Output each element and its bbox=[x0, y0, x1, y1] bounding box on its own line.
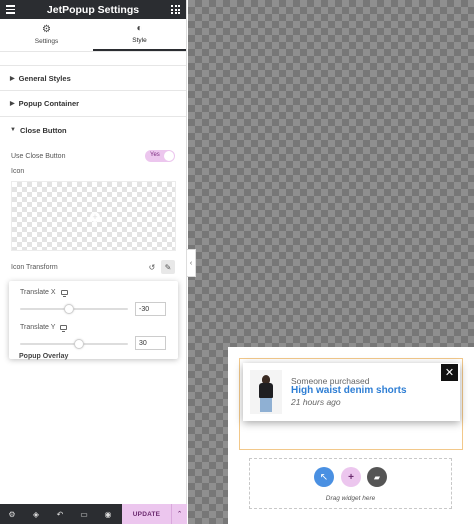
plus-icon: + bbox=[90, 212, 100, 222]
translate-y-label-row: Translate Y bbox=[20, 324, 68, 332]
translate-y-input[interactable] bbox=[135, 336, 166, 350]
contrast-icon: ◐ bbox=[136, 23, 143, 34]
caret-right-icon: ▶ bbox=[10, 75, 15, 82]
purchase-notification: Someone purchased High waist denim short… bbox=[243, 363, 460, 421]
icon-picker[interactable]: + bbox=[11, 181, 176, 251]
translate-x-label: Translate X bbox=[20, 289, 56, 296]
panel-footer: ⚙ ◈ ↶ ▭ ◉ UPDATE ⌃ bbox=[0, 504, 187, 524]
section-close-button-label: Close Button bbox=[19, 125, 67, 135]
transform-popover: Translate X Translate Y bbox=[9, 281, 178, 359]
chevron-up-icon[interactable]: ⌃ bbox=[171, 504, 187, 524]
section-general-styles-label: General Styles bbox=[18, 73, 71, 83]
use-close-button-toggle[interactable]: Yes bbox=[145, 150, 175, 162]
tab-style[interactable]: ◐ Style bbox=[93, 19, 186, 51]
product-image bbox=[250, 370, 282, 414]
responsive-icon[interactable]: ▭ bbox=[72, 510, 96, 519]
caret-down-icon: ▼ bbox=[10, 127, 16, 133]
translate-y-label: Translate Y bbox=[20, 324, 56, 331]
person-body bbox=[259, 383, 273, 398]
section-close-button[interactable]: ▼ Close Button bbox=[0, 117, 186, 143]
icon-row: Icon bbox=[11, 168, 175, 175]
chevron-left-icon: ‹ bbox=[189, 259, 193, 267]
panel-tabs: ⚙ Settings ◐ Style bbox=[0, 19, 186, 52]
reset-icon[interactable]: ↺ bbox=[145, 260, 159, 274]
icon-transform-label: Icon Transform bbox=[11, 263, 58, 271]
update-button[interactable]: UPDATE bbox=[122, 504, 171, 524]
section-popup-container-label: Popup Container bbox=[18, 99, 80, 108]
close-icon[interactable]: ✕ bbox=[441, 364, 458, 381]
toggle-label: Yes bbox=[150, 152, 160, 158]
translate-x-slider[interactable] bbox=[20, 304, 128, 314]
icon-transform-actions: ↺ ✎ bbox=[145, 260, 175, 274]
tab-settings-label: Settings bbox=[34, 38, 59, 45]
settings-gear-icon[interactable]: ⚙ bbox=[0, 510, 24, 519]
desktop-icon[interactable] bbox=[60, 290, 68, 297]
translate-x-input[interactable] bbox=[135, 302, 166, 316]
add-widget-icon[interactable]: + bbox=[341, 467, 361, 487]
translate-y-slider-handle[interactable] bbox=[74, 339, 85, 349]
section-popup-container[interactable]: ▶ Popup Container bbox=[0, 91, 186, 117]
panel-header: JetPopup Settings bbox=[0, 0, 186, 19]
folder-icon[interactable]: ▰ bbox=[367, 467, 387, 487]
apps-grid-icon[interactable] bbox=[171, 5, 180, 14]
editor-panel: JetPopup Settings ⚙ Settings ◐ Style ▶ G… bbox=[0, 0, 187, 524]
use-close-button-row: Use Close Button Yes bbox=[11, 150, 175, 162]
section-popup-overlay-label[interactable]: Popup Overlay bbox=[19, 353, 68, 360]
translate-x-slider-handle[interactable] bbox=[63, 304, 74, 314]
widget-drop-zone[interactable]: ↖ + ▰ Drag widget here bbox=[249, 458, 452, 509]
gear-icon: ⚙ bbox=[42, 24, 51, 35]
translate-x-label-row: Translate X bbox=[20, 289, 68, 297]
desktop-icon[interactable] bbox=[60, 325, 68, 332]
panel-title: JetPopup Settings bbox=[46, 3, 140, 16]
section-general-styles[interactable]: ▶ General Styles bbox=[0, 65, 186, 91]
icon-label: Icon bbox=[11, 168, 25, 175]
caret-right-icon: ▶ bbox=[10, 101, 15, 107]
history-icon[interactable]: ↶ bbox=[48, 510, 72, 519]
icon-transform-row: Icon Transform ↺ ✎ bbox=[11, 260, 175, 274]
product-link[interactable]: High waist denim shorts bbox=[291, 385, 407, 396]
move-icon[interactable]: ↖ bbox=[314, 467, 334, 487]
drop-zone-label: Drag widget here bbox=[325, 495, 376, 502]
translate-y-slider[interactable] bbox=[20, 339, 128, 349]
tab-settings[interactable]: ⚙ Settings bbox=[0, 19, 93, 51]
pencil-icon[interactable]: ✎ bbox=[161, 260, 175, 274]
toggle-knob bbox=[164, 151, 174, 161]
use-close-button-label: Use Close Button bbox=[11, 152, 66, 160]
hamburger-menu-icon[interactable] bbox=[6, 5, 15, 14]
notification-time: 21 hours ago bbox=[291, 397, 341, 407]
tab-style-label: Style bbox=[132, 37, 147, 44]
collapse-panel-button[interactable]: ‹ bbox=[187, 249, 196, 277]
preview-eye-icon[interactable]: ◉ bbox=[96, 510, 120, 519]
person-legs bbox=[260, 398, 272, 412]
layers-icon[interactable]: ◈ bbox=[24, 510, 48, 519]
